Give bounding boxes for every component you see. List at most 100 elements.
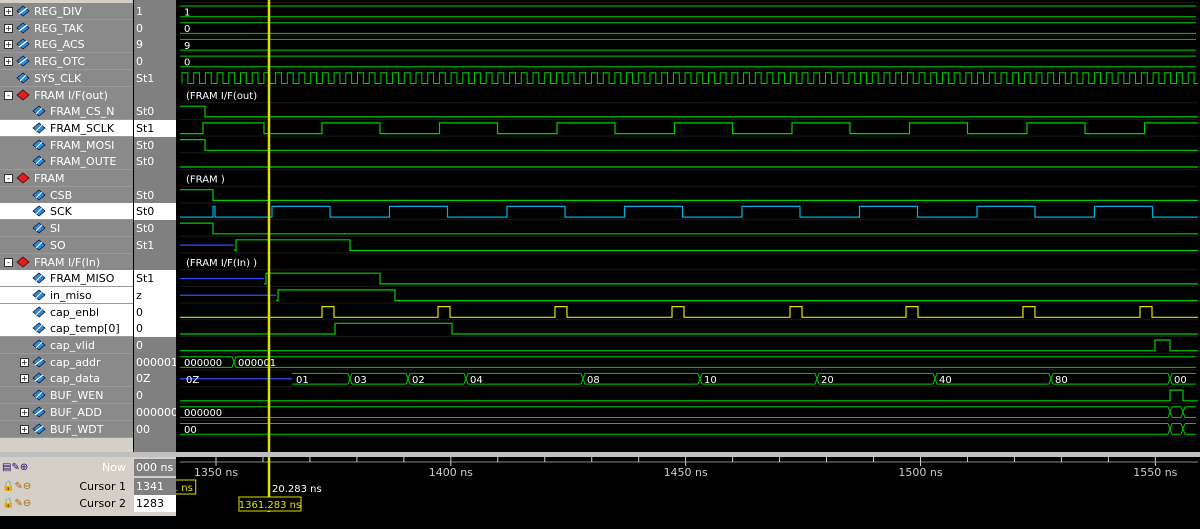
- signal-row-reg_otc[interactable]: + REG_OTC: [0, 53, 133, 71]
- signal-name: BUF_ADD: [50, 405, 102, 419]
- signal-name: SO: [50, 238, 66, 252]
- wire-signal-icon: [32, 306, 46, 320]
- expand-icon[interactable]: +: [20, 357, 29, 367]
- expand-icon[interactable]: +: [4, 57, 13, 67]
- signal-row-reg_tak[interactable]: + REG_TAK: [0, 19, 133, 37]
- signal-value-fram_mosi: St0: [136, 138, 155, 152]
- signal-row-cap_data[interactable]: + cap_data: [0, 370, 133, 388]
- cursor2-label: Cursor 2: [79, 497, 126, 510]
- signal-name: FRAM_SCLK: [50, 121, 115, 135]
- bus-value-label: 000000: [184, 408, 222, 419]
- wire-signal-icon: [32, 322, 46, 336]
- cursor1-value: 1341 ns: [134, 478, 176, 510]
- collapse-icon[interactable]: -: [4, 257, 13, 267]
- wire-signal-icon: [32, 272, 46, 286]
- signal-name: FRAM_MOSI: [50, 138, 115, 152]
- signal-row-cap_enbl[interactable]: cap_enbl: [0, 303, 133, 321]
- bus-signal-icon: [32, 422, 46, 437]
- signal-value-fram_miso: St1: [134, 270, 176, 288]
- signal-value-so: St1: [136, 238, 155, 252]
- signal-name: CSB: [50, 188, 73, 202]
- signal-name: FRAM_CS_N: [50, 105, 115, 119]
- group-wave-label: (FRAM ): [186, 174, 225, 185]
- waveform-pane[interactable]: 1090(FRAM I/F(out)(FRAM )(FRAM I/F(In) )…: [0, 0, 1200, 516]
- pane-divider[interactable]: [0, 452, 1200, 457]
- wave-window: + REG_DIV + REG_TAK + REG_ACS + REG_OTC SYS_CLK -…: [0, 0, 1200, 527]
- signal-row-buf_wdt[interactable]: + BUF_WDT: [0, 420, 133, 438]
- wire-signal-icon: [32, 289, 46, 303]
- collapse-icon[interactable]: -: [4, 90, 13, 100]
- signal-row-buf_wen[interactable]: BUF_WEN: [0, 387, 133, 405]
- signal-row-sck[interactable]: SCK: [0, 203, 133, 221]
- signal-value-sck: St0: [134, 203, 176, 221]
- cursor1-row[interactable]: 🔒✎⊖ Cursor 1 1341 ns: [0, 478, 176, 510]
- signal-row-fram[interactable]: - FRAM: [0, 170, 133, 187]
- now-label: Now: [102, 461, 126, 474]
- cursor2-row[interactable]: 🔒✎⊖ Cursor 2 1283 ns: [0, 495, 176, 527]
- bus-value-label: 00: [1174, 375, 1187, 386]
- lock-icon[interactable]: 🔒✎⊖: [2, 478, 31, 495]
- signal-row-so[interactable]: SO: [0, 236, 133, 254]
- signal-row-csb[interactable]: CSB: [0, 186, 133, 204]
- timeline-tick-label: 1350 ns: [194, 466, 238, 479]
- signal-row-fram_if_out[interactable]: - FRAM I/F(out): [0, 86, 133, 104]
- now-toolbar-icons[interactable]: ▤✎⊕: [2, 459, 28, 476]
- signal-name: BUF_WDT: [50, 422, 104, 436]
- wire-signal-icon: [32, 189, 46, 203]
- signal-value-cap_enbl: 0: [134, 303, 176, 321]
- signal-value-reg_acs: 9: [136, 38, 143, 52]
- bus-value-label: 0: [184, 57, 190, 68]
- signal-row-cap_addr[interactable]: + cap_addr: [0, 353, 133, 371]
- signal-value-fram_sclk: St1: [134, 119, 176, 137]
- bus-value-label: 0Z: [186, 375, 199, 386]
- bus-value-label: 80: [1055, 375, 1068, 386]
- cursor2-time-box[interactable]: 1361.283 ns: [238, 496, 302, 512]
- signal-row-fram_oute[interactable]: FRAM_OUTE: [0, 153, 133, 171]
- signal-name: FRAM_OUTE: [50, 155, 117, 169]
- expand-icon[interactable]: +: [4, 40, 13, 50]
- signal-row-sys_clk[interactable]: SYS_CLK: [0, 69, 133, 87]
- signal-name: cap_enbl: [50, 305, 100, 319]
- signal-row-si[interactable]: SI: [0, 220, 133, 238]
- cursor-delta-text: 20.283 ns: [272, 484, 322, 495]
- bus-value-label: 1: [184, 7, 190, 18]
- signal-value-cap_addr: 000001: [136, 355, 176, 369]
- timeline-tick-label: 1550 ns: [1133, 466, 1177, 479]
- expand-icon[interactable]: +: [4, 23, 13, 33]
- bus-value-label: 10: [704, 375, 717, 386]
- signal-row-in_miso[interactable]: in_miso: [0, 286, 133, 304]
- signal-row-fram_miso[interactable]: FRAM_MISO: [0, 270, 133, 288]
- signal-row-reg_div[interactable]: + REG_DIV: [0, 3, 133, 20]
- signal-row-fram_cs_n[interactable]: FRAM_CS_N: [0, 103, 133, 121]
- expand-icon[interactable]: +: [4, 7, 13, 16]
- expand-icon[interactable]: +: [20, 407, 29, 417]
- signal-row-fram_sclk[interactable]: FRAM_SCLK: [0, 119, 133, 137]
- lock-icon[interactable]: 🔒✎⊖: [2, 495, 31, 512]
- signal-row-reg_acs[interactable]: + REG_ACS: [0, 36, 133, 54]
- signal-name: SCK: [50, 205, 72, 219]
- signal-value-pane: 1 0 9 0 St1 St0 St1 St0 St0 St0 St0 St0 St1 St1 z 0 0 0 00…: [134, 0, 176, 452]
- signal-row-fram_mosi[interactable]: FRAM_MOSI: [0, 136, 133, 154]
- cursor1-label: Cursor 1: [79, 480, 126, 493]
- wire-signal-icon: [32, 239, 46, 253]
- signal-name: cap_addr: [50, 355, 101, 369]
- group-wave-label: (FRAM I/F(out): [186, 91, 257, 102]
- expand-icon[interactable]: +: [20, 374, 29, 384]
- signal-value-buf_add: 000000: [136, 405, 176, 419]
- cursor2-time-text: 1361.283 ns: [239, 500, 301, 511]
- signal-name: FRAM: [34, 172, 65, 185]
- signal-row-cap_vlid[interactable]: cap_vlid: [0, 337, 133, 354]
- expand-icon[interactable]: +: [20, 424, 29, 434]
- signal-value-reg_div: 1: [136, 5, 143, 18]
- signal-value-buf_wen: 0: [136, 389, 143, 403]
- timeline-ruler[interactable]: 1350 ns1400 ns1450 ns1500 ns1550 ns1600 …: [180, 457, 1200, 516]
- signal-name: BUF_WEN: [50, 389, 104, 403]
- signal-row-fram_if_in[interactable]: - FRAM I/F(In): [0, 253, 133, 271]
- group-icon: [16, 172, 30, 186]
- signal-row-buf_add[interactable]: + BUF_ADD: [0, 403, 133, 421]
- bus-value-label: 08: [587, 375, 600, 386]
- signal-row-cap_temp0[interactable]: cap_temp[0]: [0, 320, 133, 338]
- group-icon: [16, 255, 30, 270]
- bus-value-label: 0: [184, 24, 190, 35]
- collapse-icon[interactable]: -: [4, 174, 13, 183]
